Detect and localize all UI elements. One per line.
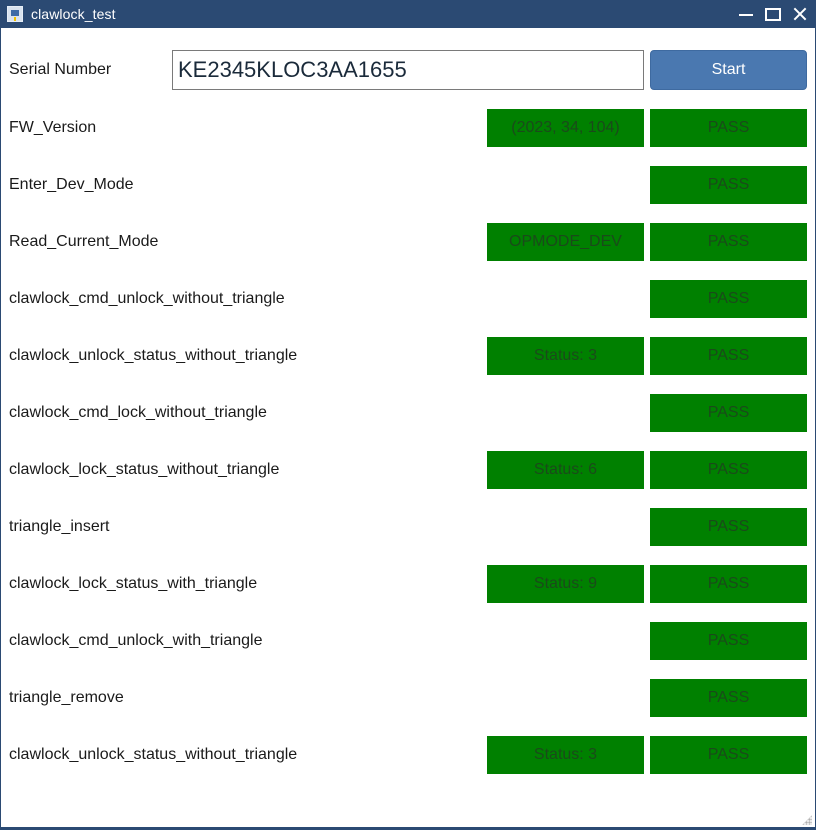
test-result-box: PASS [650, 622, 807, 660]
test-name: clawlock_cmd_lock_without_triangle [9, 404, 267, 421]
window-controls [739, 0, 807, 28]
close-icon[interactable] [793, 7, 807, 21]
test-name: clawlock_lock_status_with_triangle [9, 575, 258, 592]
test-result-box: PASS [650, 109, 807, 147]
test-result-box: PASS [650, 166, 807, 204]
start-button[interactable]: Start [650, 50, 807, 90]
title-bar[interactable]: clawlock_test [1, 0, 816, 28]
test-name: clawlock_unlock_status_without_triangle [9, 746, 298, 763]
test-name: clawlock_lock_status_without_triangle [9, 461, 280, 478]
test-result-box: PASS [650, 451, 807, 489]
test-name: triangle_insert [9, 518, 110, 535]
test-row: clawlock_unlock_status_without_triangle … [1, 735, 816, 775]
test-result-box: PASS [650, 679, 807, 717]
app-window: clawlock_test Serial Number Start FW_Ver… [0, 0, 816, 830]
test-value-box: OPMODE_DEV [487, 223, 644, 261]
test-result-box: PASS [650, 508, 807, 546]
test-value-box: Status: 6 [487, 451, 644, 489]
test-name: FW_Version [9, 119, 97, 136]
test-name: triangle_remove [9, 689, 124, 706]
test-value-box: Status: 3 [487, 736, 644, 774]
test-value-box: Status: 3 [487, 337, 644, 375]
serial-number-input[interactable] [172, 50, 644, 90]
test-result-box: PASS [650, 565, 807, 603]
test-row: clawlock_unlock_status_without_triangle … [1, 336, 816, 376]
test-name: Read_Current_Mode [9, 233, 159, 250]
minimize-icon[interactable] [739, 7, 753, 21]
test-result-box: PASS [650, 280, 807, 318]
test-row: clawlock_cmd_unlock_without_triangle PAS… [1, 279, 816, 319]
window-title: clawlock_test [31, 6, 116, 22]
test-result-box: PASS [650, 337, 807, 375]
test-result-box: PASS [650, 736, 807, 774]
test-name: clawlock_cmd_unlock_with_triangle [9, 632, 263, 649]
test-row: Enter_Dev_Mode PASS [1, 165, 816, 205]
test-row: triangle_insert PASS [1, 507, 816, 547]
maximize-icon[interactable] [765, 7, 781, 21]
test-name: clawlock_cmd_unlock_without_triangle [9, 290, 285, 307]
test-row: clawlock_lock_status_with_triangle Statu… [1, 564, 816, 604]
test-row: clawlock_cmd_lock_without_triangle PASS [1, 393, 816, 433]
test-value-box: (2023, 34, 104) [487, 109, 644, 147]
test-result-box: PASS [650, 223, 807, 261]
test-row: clawlock_cmd_unlock_with_triangle PASS [1, 621, 816, 661]
test-row: FW_Version (2023, 34, 104) PASS [1, 108, 816, 148]
test-name: clawlock_unlock_status_without_triangle [9, 347, 298, 364]
test-row: Read_Current_Mode OPMODE_DEV PASS [1, 222, 816, 262]
test-name: Enter_Dev_Mode [9, 176, 134, 193]
test-result-box: PASS [650, 394, 807, 432]
test-value-box: Status: 9 [487, 565, 644, 603]
resize-grip-icon[interactable] [802, 815, 812, 825]
test-row: triangle_remove PASS [1, 678, 816, 718]
serial-number-label: Serial Number [9, 61, 112, 78]
app-icon [7, 6, 23, 22]
test-row: clawlock_lock_status_without_triangle St… [1, 450, 816, 490]
